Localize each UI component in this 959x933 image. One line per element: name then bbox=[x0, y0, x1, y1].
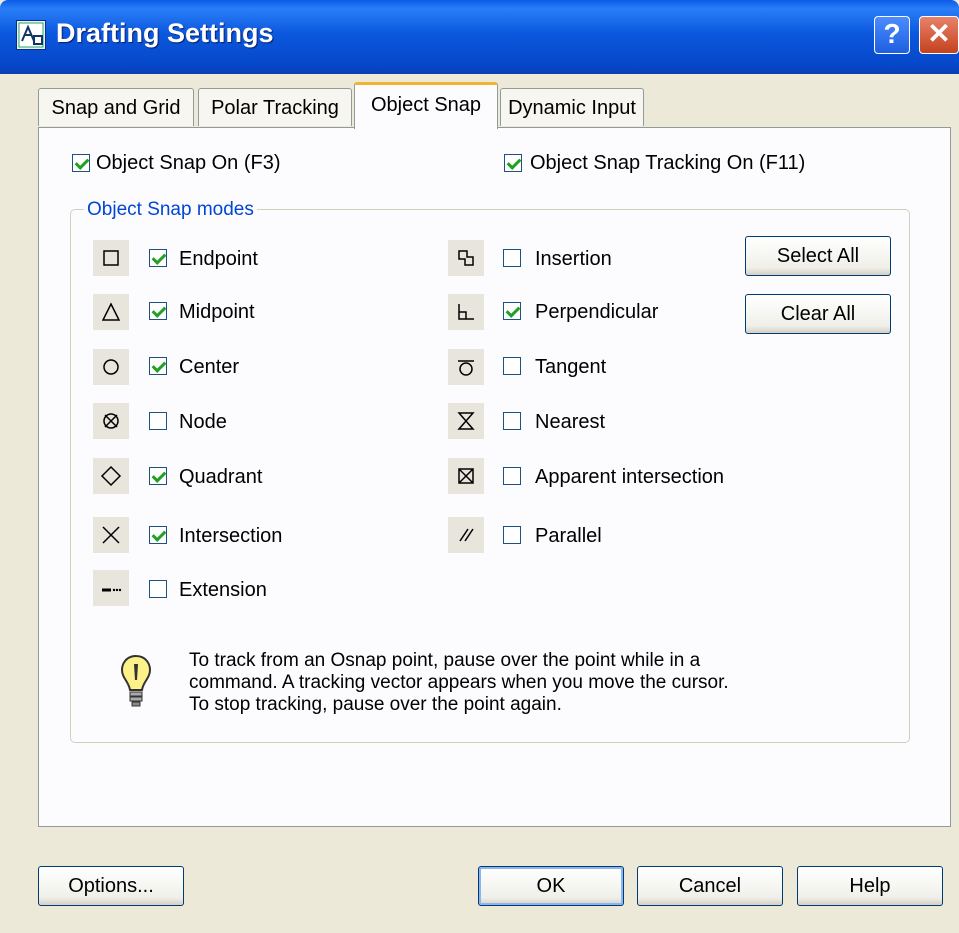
endpoint-icon bbox=[93, 240, 129, 276]
tracking-on-label: Object Snap Tracking On (F11) bbox=[530, 152, 806, 174]
nearest-checkbox[interactable] bbox=[503, 412, 521, 430]
intersection-icon bbox=[93, 517, 129, 553]
extension-checkbox[interactable] bbox=[149, 580, 167, 598]
tab-dynamic-input[interactable]: Dynamic Input bbox=[500, 88, 644, 126]
close-button[interactable]: ✕ bbox=[919, 16, 959, 54]
quadrant-label: Quadrant bbox=[179, 466, 263, 488]
node-checkbox[interactable] bbox=[149, 412, 167, 430]
endpoint-checkbox[interactable] bbox=[149, 249, 167, 267]
window-title: Drafting Settings bbox=[56, 18, 274, 48]
help-title-button[interactable]: ? bbox=[874, 16, 910, 54]
parallel-label: Parallel bbox=[535, 525, 602, 547]
perpendicular-checkbox[interactable] bbox=[503, 302, 521, 320]
tracking-on-checkbox[interactable] bbox=[504, 154, 522, 172]
tangent-checkbox[interactable] bbox=[503, 357, 521, 375]
midpoint-label: Midpoint bbox=[179, 301, 255, 323]
midpoint-icon bbox=[93, 294, 129, 330]
parallel-checkbox[interactable] bbox=[503, 526, 521, 544]
tip-text: To track from an Osnap point, pause over… bbox=[189, 650, 829, 716]
tab-polar-tracking[interactable]: Polar Tracking bbox=[198, 88, 352, 126]
insertion-label: Insertion bbox=[535, 248, 612, 270]
lightbulb-icon bbox=[118, 652, 154, 712]
endpoint-label: Endpoint bbox=[179, 248, 258, 270]
nearest-icon bbox=[448, 403, 484, 439]
quadrant-icon bbox=[93, 458, 129, 494]
insertion-checkbox[interactable] bbox=[503, 249, 521, 267]
tab-object-snap[interactable]: Object Snap bbox=[354, 82, 498, 129]
ok-button[interactable]: OK bbox=[478, 866, 624, 906]
tangent-label: Tangent bbox=[535, 356, 607, 378]
apparent-intersection-icon bbox=[448, 458, 484, 494]
tip-line: To track from an Osnap point, pause over… bbox=[189, 650, 701, 671]
tip-line: command. A tracking vector appears when … bbox=[189, 672, 729, 693]
intersection-checkbox[interactable] bbox=[149, 526, 167, 544]
clear-all-button[interactable]: Clear All bbox=[745, 294, 891, 334]
cancel-button[interactable]: Cancel bbox=[637, 866, 783, 906]
intersection-label: Intersection bbox=[179, 525, 283, 547]
object-snap-on-checkbox[interactable] bbox=[72, 154, 90, 172]
tab-snap-and-grid[interactable]: Snap and Grid bbox=[38, 88, 194, 126]
center-checkbox[interactable] bbox=[149, 357, 167, 375]
select-all-button[interactable]: Select All bbox=[745, 236, 891, 276]
extension-label: Extension bbox=[179, 579, 267, 601]
nearest-label: Nearest bbox=[535, 411, 606, 433]
tip-line: To stop tracking, pause over the point a… bbox=[189, 694, 562, 715]
apparent-intersection-checkbox[interactable] bbox=[503, 467, 521, 485]
center-label: Center bbox=[179, 356, 240, 378]
tangent-icon bbox=[448, 349, 484, 385]
extension-icon bbox=[93, 570, 129, 606]
node-icon bbox=[93, 403, 129, 439]
object-snap-on-label: Object Snap On (F3) bbox=[96, 152, 281, 174]
center-icon bbox=[93, 349, 129, 385]
insertion-icon bbox=[448, 240, 484, 276]
perpendicular-label: Perpendicular bbox=[535, 301, 659, 323]
group-title: Object Snap modes bbox=[84, 198, 257, 222]
midpoint-checkbox[interactable] bbox=[149, 302, 167, 320]
options-button[interactable]: Options... bbox=[38, 866, 184, 906]
app-icon bbox=[16, 20, 46, 50]
parallel-icon bbox=[448, 517, 484, 553]
apparent-intersection-label: Apparent intersection bbox=[535, 466, 725, 488]
quadrant-checkbox[interactable] bbox=[149, 467, 167, 485]
perpendicular-icon bbox=[448, 294, 484, 330]
node-label: Node bbox=[179, 411, 227, 433]
title-bar: Drafting Settings ? ✕ bbox=[0, 0, 959, 74]
help-button[interactable]: Help bbox=[797, 866, 943, 906]
